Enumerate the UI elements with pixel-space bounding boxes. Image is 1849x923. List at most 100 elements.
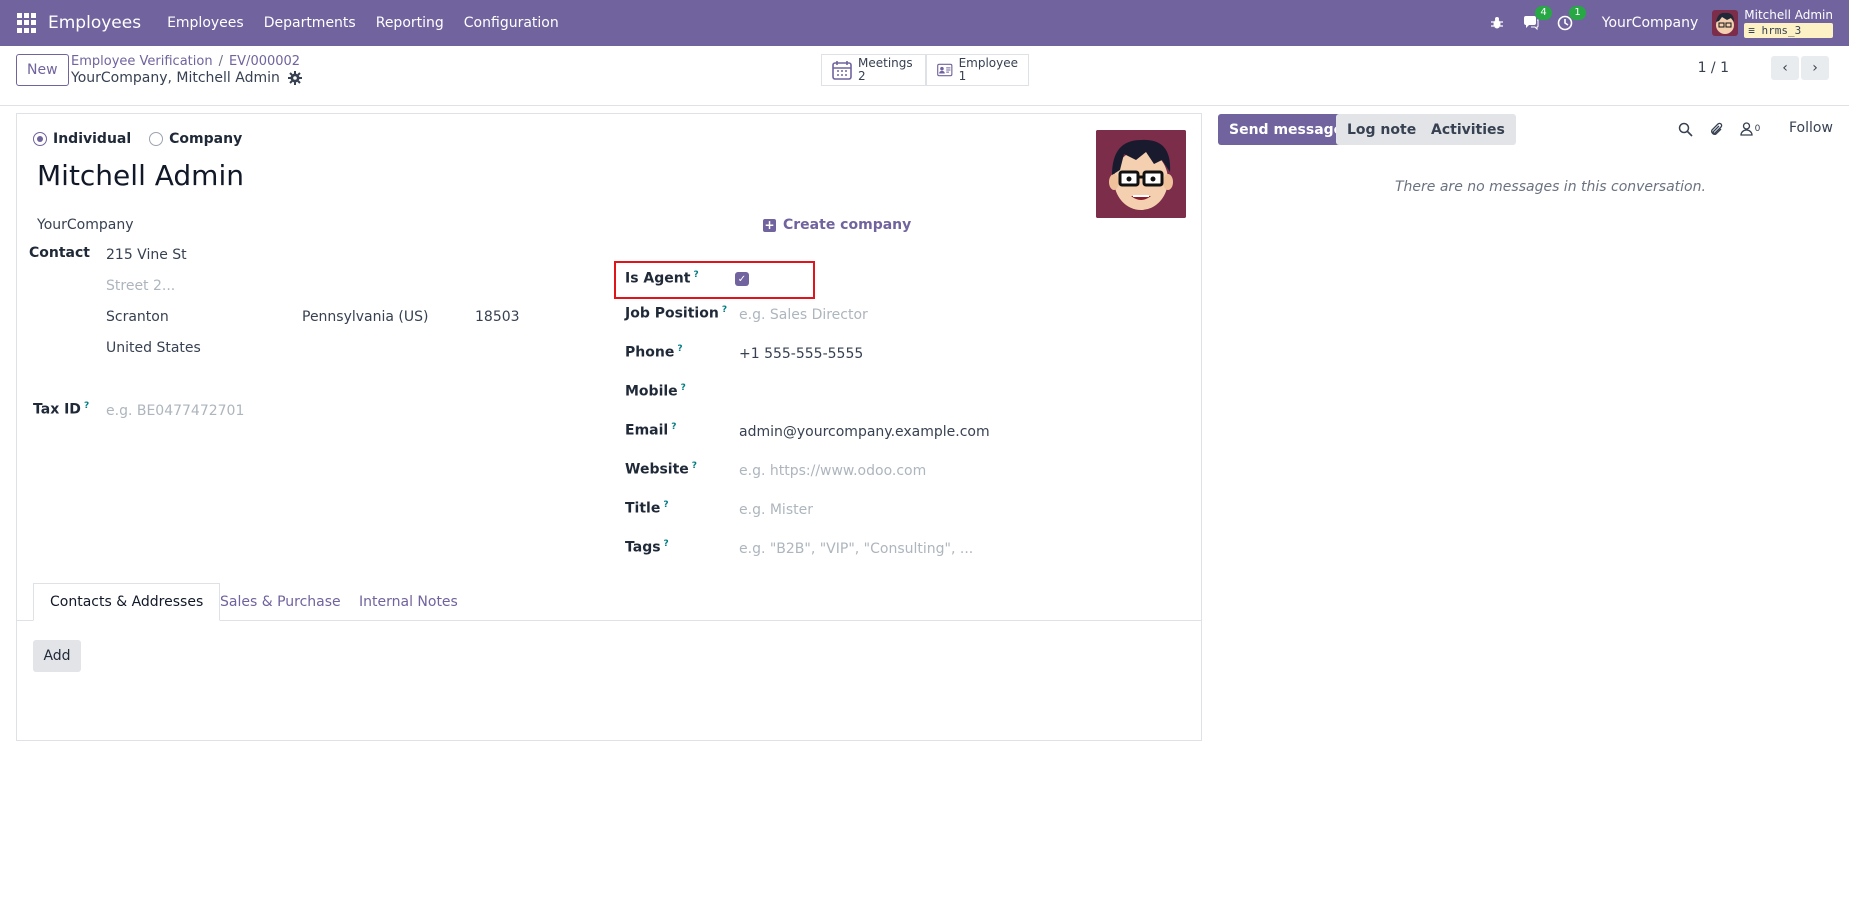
company-name-input[interactable]: YourCompany [37, 217, 134, 233]
database-name: hrms_3 [1761, 23, 1802, 37]
record-subtitle: YourCompany, Mitchell Admin [71, 70, 302, 86]
company-switcher[interactable]: YourCompany [1602, 15, 1699, 31]
help-tooltip-icon[interactable]: ? [692, 461, 697, 471]
title-select[interactable]: e.g. Mister [739, 502, 813, 518]
country-select[interactable]: United States [106, 340, 201, 356]
help-tooltip-icon[interactable]: ? [671, 422, 676, 432]
help-tooltip-icon[interactable]: ? [84, 401, 89, 411]
avatar-image[interactable] [1096, 130, 1186, 218]
phone-input[interactable]: +1 555-555-5555 [739, 346, 863, 362]
menu-configuration[interactable]: Configuration [454, 15, 569, 31]
main-menu: Employees Departments Reporting Configur… [157, 15, 569, 31]
followers-button[interactable]: 0 [1736, 120, 1764, 138]
tax-id-input[interactable]: e.g. BE0477472701 [106, 403, 244, 419]
employee-count: 1 [958, 69, 967, 83]
chevron-left-icon: ‹ [1782, 60, 1788, 76]
breadcrumb: Employee Verification / EV/000002 [71, 54, 300, 70]
menu-departments[interactable]: Departments [254, 15, 366, 31]
user-icon [1739, 122, 1753, 136]
menu-reporting[interactable]: Reporting [366, 15, 454, 31]
apps-menu-icon[interactable] [17, 13, 37, 33]
tab-sales-purchase[interactable]: Sales & Purchase [204, 583, 357, 621]
tab-internal-notes[interactable]: Internal Notes [343, 583, 474, 621]
calendar-icon [832, 61, 852, 80]
log-note-button[interactable]: Log note [1336, 114, 1428, 145]
form-sheet: Individual Company Mitchell Admin YourCo… [16, 113, 1202, 741]
activities-button[interactable]: Activities [1420, 114, 1516, 145]
gear-icon[interactable] [287, 71, 302, 85]
breadcrumb-parent[interactable]: Employee Verification [71, 54, 213, 69]
mobile-label-text: Mobile [625, 383, 678, 400]
add-contact-button[interactable]: Add [33, 640, 81, 672]
followers-count: 0 [1754, 124, 1761, 134]
help-tooltip-icon[interactable]: ? [677, 344, 682, 354]
meetings-smart-button[interactable]: Meetings 2 [821, 54, 926, 86]
street-input[interactable]: 215 Vine St [106, 247, 187, 263]
tax-id-label-text: Tax ID [33, 401, 81, 418]
phone-label-text: Phone [625, 344, 675, 361]
radio-individual-label[interactable]: Individual [53, 131, 131, 147]
is-agent-checkbox[interactable]: ✓ [735, 272, 749, 286]
create-company-button[interactable]: + Create company [763, 217, 911, 233]
tax-id-label: Tax ID? [33, 401, 89, 418]
phone-label: Phone? [625, 344, 683, 361]
mobile-label: Mobile? [625, 383, 686, 400]
user-menu[interactable]: Mitchell Admin ≡ hrms_3 [1744, 7, 1833, 38]
city-input[interactable]: Scranton [106, 309, 169, 325]
tab-contacts-addresses[interactable]: Contacts & Addresses [33, 583, 221, 621]
help-tooltip-icon[interactable]: ? [681, 383, 686, 393]
tags-label-text: Tags [625, 539, 661, 556]
top-navbar: Employees Employees Departments Reportin… [0, 0, 1849, 46]
is-agent-label: Is Agent? [625, 270, 699, 287]
paperclip-icon[interactable] [1707, 120, 1725, 138]
help-tooltip-icon[interactable]: ? [663, 500, 668, 510]
send-message-button[interactable]: Send message [1218, 114, 1355, 145]
navbar-systray: 4 1 YourCompany Mitchell Admin ≡ hrms_3 [1486, 0, 1849, 46]
title-label-text: Title [625, 500, 661, 517]
messages-badge: 4 [1535, 6, 1552, 20]
create-company-label: Create company [783, 217, 912, 233]
street2-input[interactable]: Street 2... [106, 278, 175, 294]
partner-name-input[interactable]: Mitchell Admin [37, 159, 244, 192]
employee-smart-button[interactable]: Employee 1 [926, 54, 1029, 86]
menu-employees[interactable]: Employees [157, 15, 254, 31]
id-card-icon [937, 63, 953, 77]
email-input[interactable]: admin@yourcompany.example.com [739, 424, 990, 440]
user-avatar[interactable] [1712, 10, 1739, 36]
state-select[interactable]: Pennsylvania (US) [302, 309, 429, 325]
website-input[interactable]: e.g. https://www.odoo.com [739, 463, 926, 479]
job-position-input[interactable]: e.g. Sales Director [739, 307, 868, 323]
activities-clock-icon[interactable]: 1 [1554, 6, 1586, 34]
checkmark-icon: ✓ [737, 273, 747, 285]
employee-label: Employee [958, 56, 1018, 70]
tags-label: Tags? [625, 539, 669, 556]
new-button[interactable]: New [16, 54, 69, 86]
messages-icon[interactable]: 4 [1520, 6, 1552, 34]
user-name: Mitchell Admin [1744, 7, 1833, 22]
pager-next-button[interactable]: › [1801, 56, 1829, 80]
is-agent-label-text: Is Agent [625, 270, 691, 287]
radio-individual[interactable] [33, 132, 47, 146]
title-label: Title? [625, 500, 669, 517]
database-badge: ≡ hrms_3 [1744, 22, 1833, 38]
website-label-text: Website [625, 461, 689, 478]
zip-input[interactable]: 18503 [475, 309, 520, 325]
follow-button[interactable]: Follow [1789, 120, 1833, 136]
help-tooltip-icon[interactable]: ? [664, 539, 669, 549]
meetings-count: 2 [858, 69, 866, 83]
tags-input[interactable]: e.g. "B2B", "VIP", "Consulting", ... [739, 541, 973, 557]
debug-bug-icon[interactable] [1486, 12, 1508, 34]
job-position-label-text: Job Position [625, 305, 719, 322]
help-tooltip-icon[interactable]: ? [722, 305, 727, 315]
activities-badge: 1 [1569, 6, 1586, 20]
app-brand[interactable]: Employees [48, 13, 141, 33]
pager-previous-button[interactable]: ‹ [1771, 56, 1799, 80]
radio-company-label[interactable]: Company [169, 131, 242, 147]
pager-value[interactable]: 1 / 1 [1698, 60, 1729, 76]
help-tooltip-icon[interactable]: ? [693, 270, 698, 280]
breadcrumb-separator: / [218, 54, 223, 69]
website-label: Website? [625, 461, 697, 478]
breadcrumb-current[interactable]: EV/000002 [229, 54, 300, 69]
search-icon[interactable] [1676, 120, 1694, 138]
radio-company[interactable] [149, 132, 164, 146]
